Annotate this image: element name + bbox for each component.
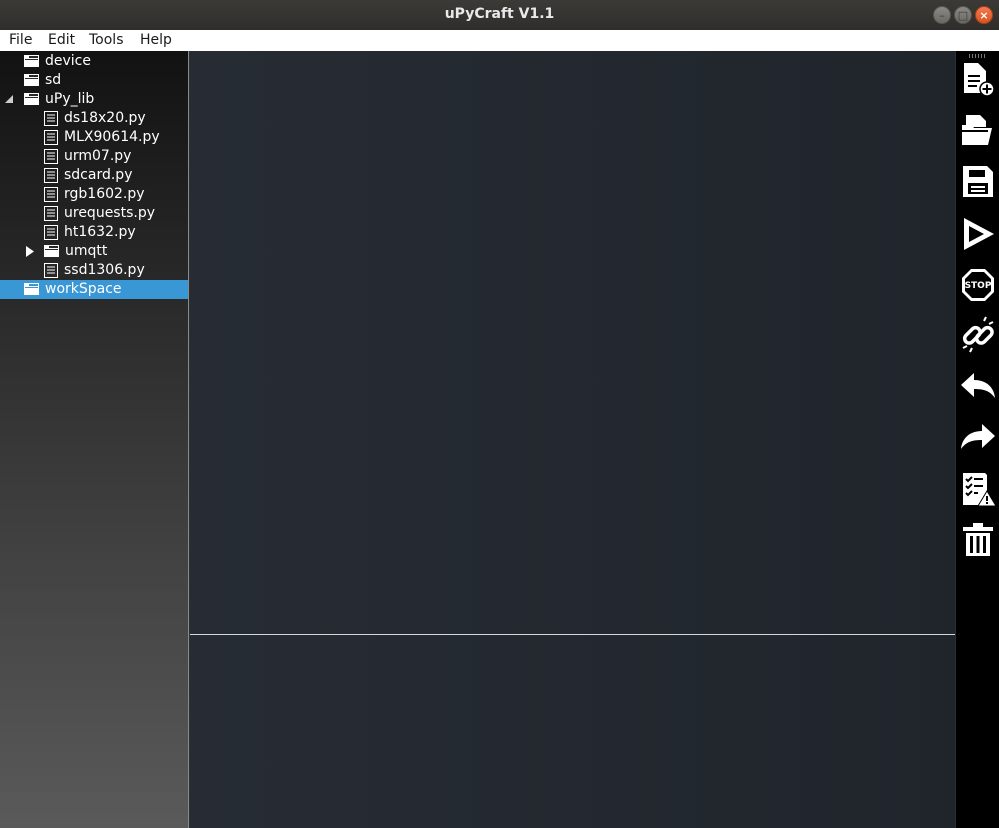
clear-button[interactable] bbox=[958, 520, 998, 560]
connect-icon bbox=[962, 316, 994, 353]
menu-help[interactable]: Help bbox=[140, 32, 172, 48]
tree-item-label: sdcard.py bbox=[64, 167, 133, 183]
run-icon bbox=[964, 218, 994, 250]
window-controls: – □ × bbox=[933, 6, 993, 24]
tree-item-label: urm07.py bbox=[64, 148, 132, 164]
tree-item-label: device bbox=[45, 53, 91, 69]
title-bar: uPyCraft V1.1 – □ × bbox=[0, 0, 999, 30]
svg-text:STOP: STOP bbox=[965, 281, 992, 291]
folder-icon bbox=[44, 245, 59, 257]
folder-icon bbox=[24, 283, 39, 295]
file-icon bbox=[44, 263, 58, 278]
syntax-check-icon bbox=[963, 473, 997, 507]
folder-icon bbox=[24, 93, 39, 105]
save-icon bbox=[963, 166, 993, 197]
menu-edit[interactable]: Edit bbox=[48, 32, 75, 48]
tree-item-label: MLX90614.py bbox=[64, 129, 160, 145]
editor-area[interactable] bbox=[190, 51, 955, 634]
file-icon bbox=[44, 111, 58, 126]
file-icon bbox=[44, 225, 58, 240]
tree-item-label: rgb1602.py bbox=[64, 186, 145, 202]
new-file-button[interactable] bbox=[958, 59, 998, 99]
tree-item-label: urequests.py bbox=[64, 205, 156, 221]
file-icon bbox=[44, 149, 58, 164]
tree-item-label: ht1632.py bbox=[64, 224, 136, 240]
file-icon bbox=[44, 130, 58, 145]
maximize-button[interactable]: □ bbox=[954, 6, 972, 24]
tree-item-file[interactable]: ht1632.py bbox=[0, 223, 188, 242]
tree-item-upy-lib[interactable]: uPy_lib bbox=[0, 90, 188, 109]
run-button[interactable] bbox=[958, 214, 998, 254]
file-icon bbox=[44, 168, 58, 183]
stop-button[interactable]: STOP bbox=[958, 265, 998, 305]
tree-item-workspace[interactable]: workSpace bbox=[0, 280, 188, 299]
new-file-icon bbox=[964, 63, 995, 97]
undo-icon bbox=[961, 373, 995, 398]
open-file-icon bbox=[962, 115, 992, 145]
tree-item-label: workSpace bbox=[45, 281, 122, 297]
stop-icon: STOP bbox=[962, 269, 994, 301]
tree-item-file[interactable]: ssd1306.py bbox=[0, 261, 188, 280]
menu-tools[interactable]: Tools bbox=[89, 32, 124, 48]
tree-item-device[interactable]: device bbox=[0, 52, 188, 71]
minimize-button[interactable]: – bbox=[933, 6, 951, 24]
connect-button[interactable] bbox=[958, 315, 998, 355]
file-icon bbox=[44, 206, 58, 221]
folder-icon bbox=[24, 74, 39, 86]
tree-item-file[interactable]: MLX90614.py bbox=[0, 128, 188, 147]
window-title: uPyCraft V1.1 bbox=[444, 6, 555, 22]
menu-bar: File Edit Tools Help bbox=[0, 30, 999, 51]
syntax-check-button[interactable] bbox=[958, 469, 998, 509]
tree-item-sd[interactable]: sd bbox=[0, 71, 188, 90]
tree-item-label: sd bbox=[45, 72, 62, 88]
undo-button[interactable] bbox=[958, 367, 998, 407]
folder-icon bbox=[24, 55, 39, 67]
tree-item-file[interactable]: urm07.py bbox=[0, 147, 188, 166]
collapsed-arrow-icon[interactable] bbox=[26, 246, 34, 257]
tree-item-label: uPy_lib bbox=[45, 91, 95, 107]
file-tree: device sd uPy_lib ds18x20.py MLX90614.py… bbox=[0, 51, 189, 828]
tree-item-file[interactable]: ds18x20.py bbox=[0, 109, 188, 128]
tree-item-label: ssd1306.py bbox=[64, 262, 145, 278]
save-button[interactable] bbox=[958, 162, 998, 202]
trash-icon bbox=[963, 523, 993, 556]
redo-button[interactable] bbox=[958, 418, 998, 458]
toolbar: STOP bbox=[956, 51, 999, 828]
tree-item-label: ds18x20.py bbox=[64, 110, 146, 126]
menu-file[interactable]: File bbox=[9, 32, 32, 48]
close-button[interactable]: × bbox=[975, 6, 993, 24]
tree-item-file[interactable]: sdcard.py bbox=[0, 166, 188, 185]
redo-icon bbox=[961, 424, 995, 449]
terminal-area[interactable] bbox=[190, 635, 955, 828]
open-file-button[interactable] bbox=[958, 111, 998, 151]
expanded-arrow-icon[interactable] bbox=[5, 95, 13, 103]
tree-item-file[interactable]: rgb1602.py bbox=[0, 185, 188, 204]
tree-item-umqtt[interactable]: umqtt bbox=[0, 242, 188, 261]
toolbar-grip[interactable] bbox=[969, 54, 987, 58]
file-icon bbox=[44, 187, 58, 202]
tree-item-label: umqtt bbox=[65, 243, 108, 259]
tree-item-file[interactable]: urequests.py bbox=[0, 204, 188, 223]
